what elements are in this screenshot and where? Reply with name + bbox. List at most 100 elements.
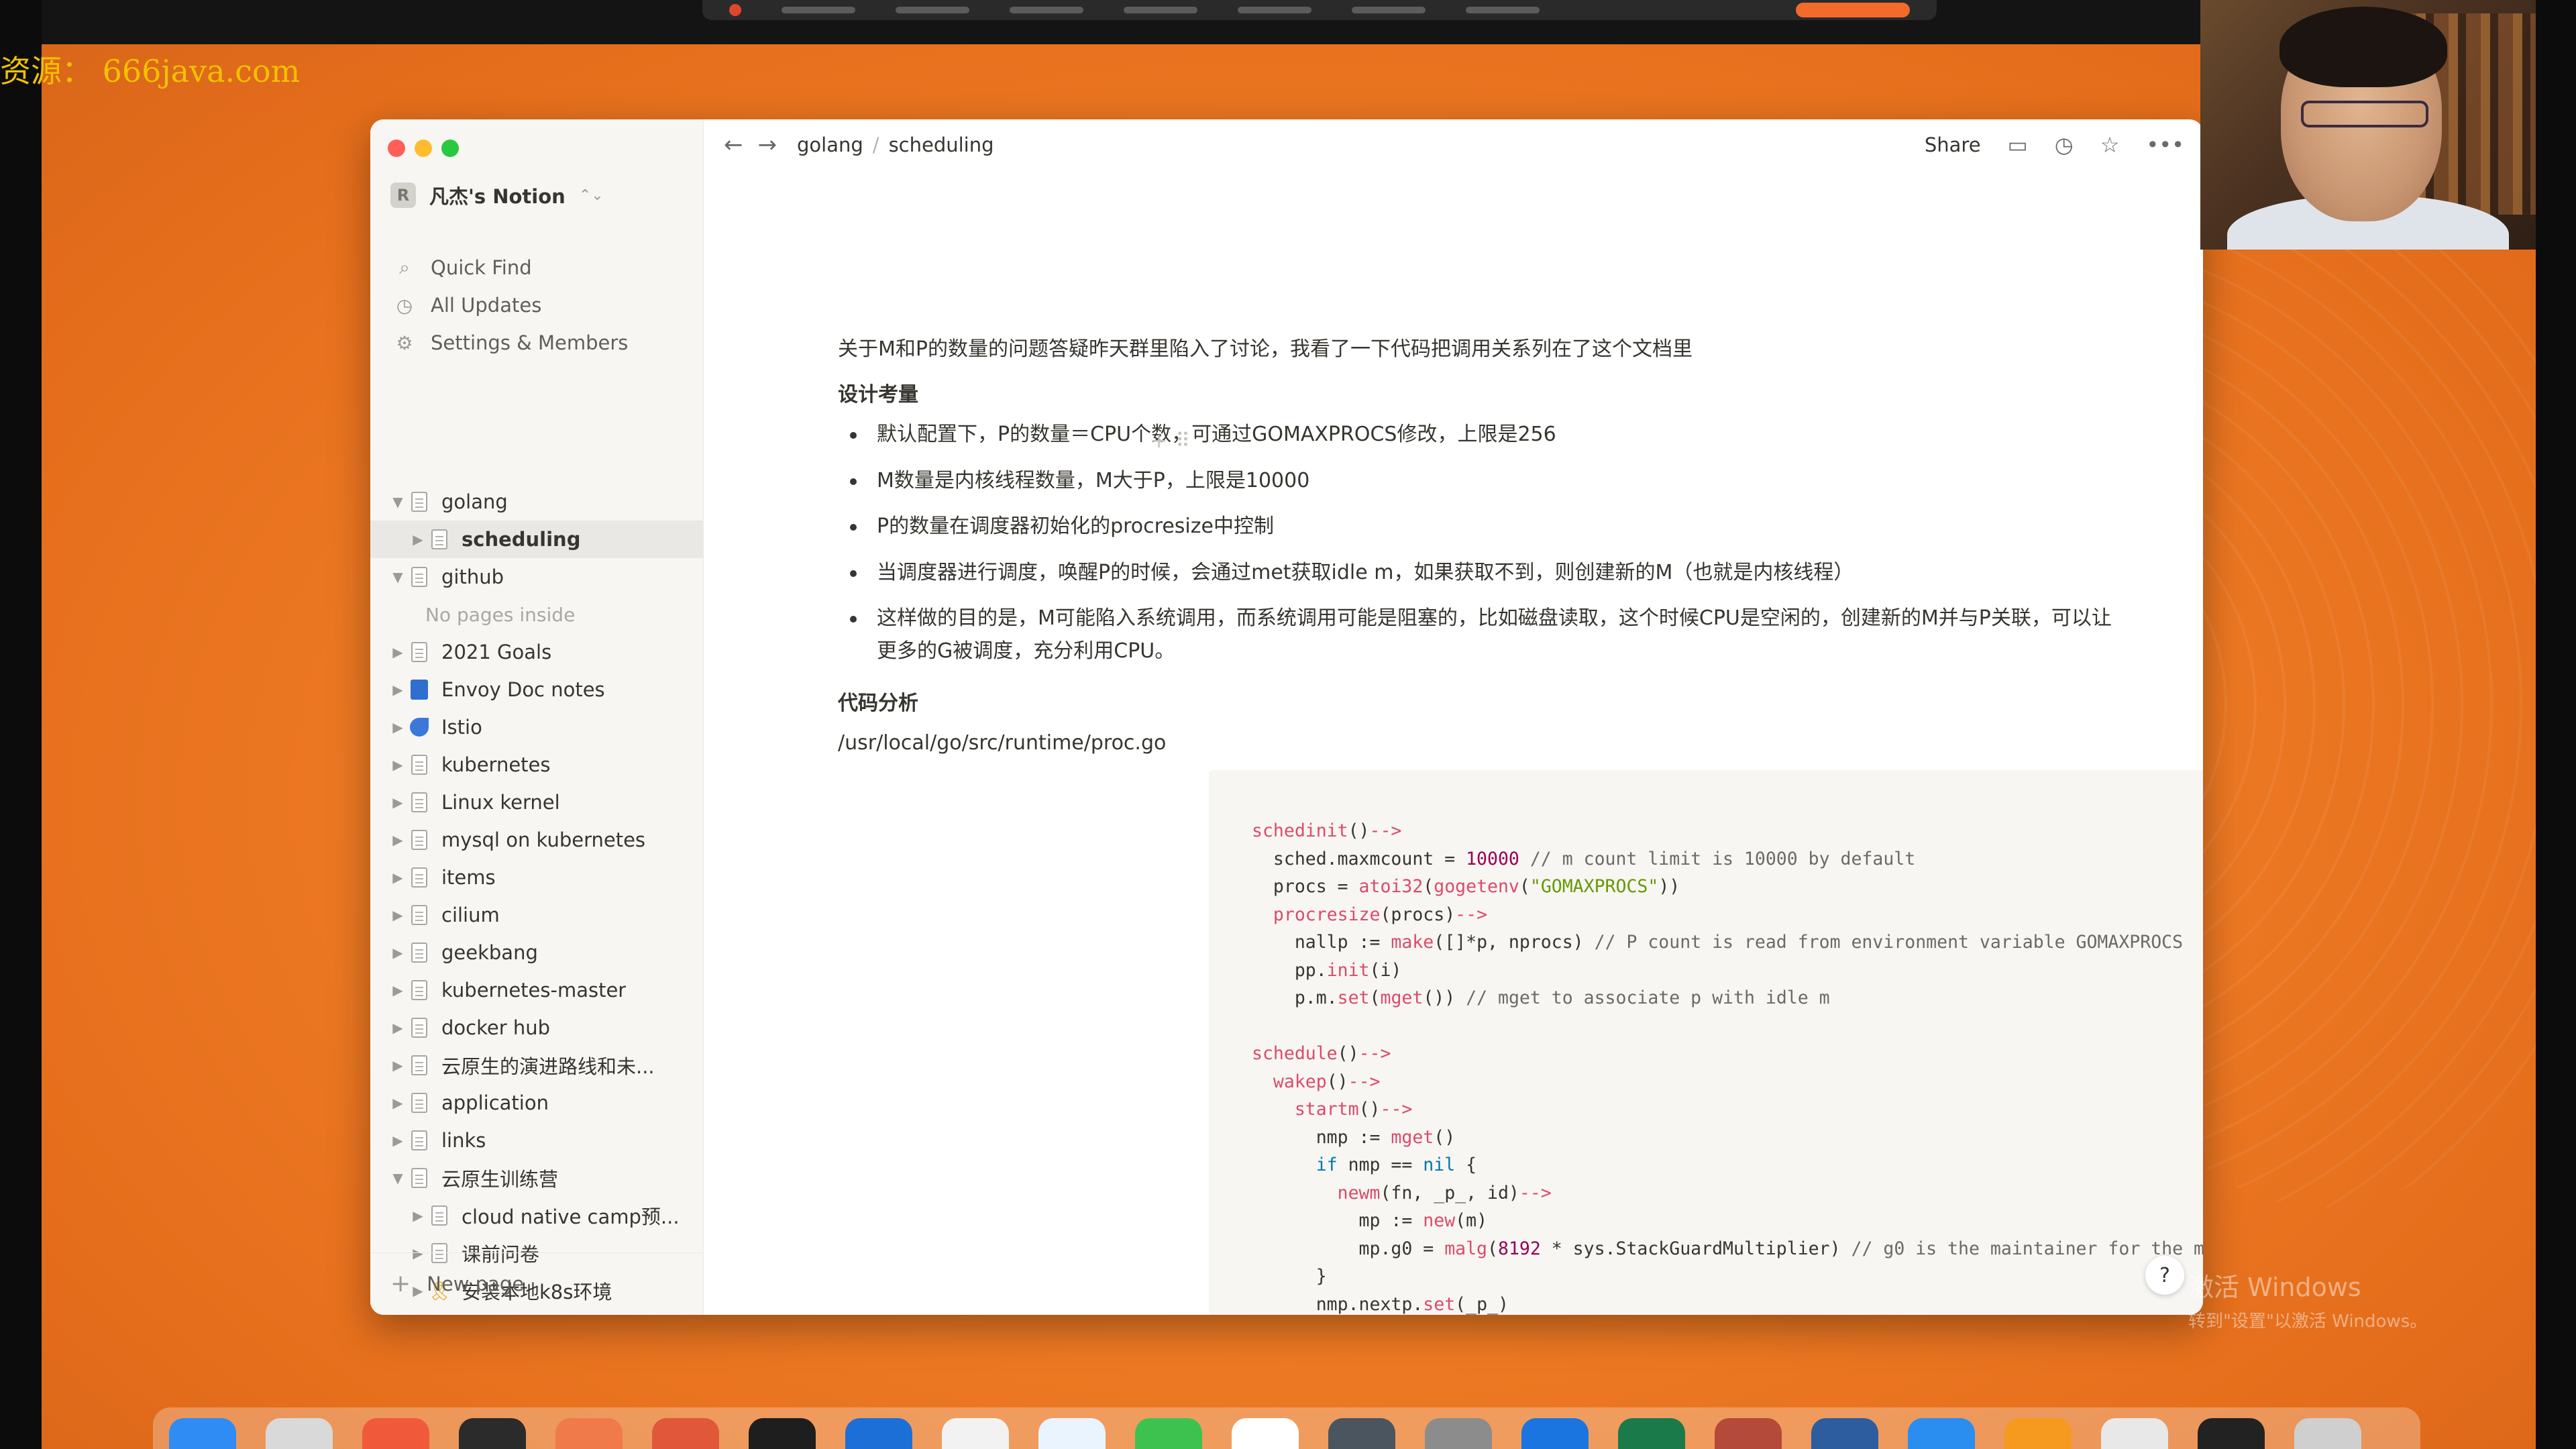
launchpad-app[interactable]: [266, 1418, 333, 1449]
sidebar-page-item[interactable]: ▶ mysql on kubernetes: [370, 821, 704, 859]
bullet-item[interactable]: M数量是内核线程数量，M大于P，上限是10000: [838, 465, 2112, 498]
trash-icon[interactable]: [2294, 1418, 2361, 1449]
new-page-button[interactable]: + New page: [390, 1270, 524, 1297]
sidebar-page-item[interactable]: ▶ 云原生的演进路线和未...: [370, 1046, 704, 1084]
caret-right-icon[interactable]: ▶: [388, 907, 408, 923]
caret-right-icon[interactable]: ▶: [388, 832, 408, 848]
sidebar-page-item[interactable]: ▼ 云原生训练营: [370, 1159, 704, 1197]
stop-button[interactable]: [1796, 3, 1910, 17]
app-icon[interactable]: [1521, 1418, 1589, 1449]
finder-app[interactable]: [169, 1418, 236, 1449]
app-icon[interactable]: [1908, 1418, 1975, 1449]
calendar-app[interactable]: [362, 1418, 429, 1449]
minimize-window-button[interactable]: [415, 140, 432, 157]
close-window-button[interactable]: [388, 140, 405, 157]
caret-right-icon[interactable]: ▶: [388, 719, 408, 735]
maximize-window-button[interactable]: [441, 140, 459, 157]
sidebar-page-item[interactable]: ▶golang: [370, 1309, 704, 1315]
caret-right-icon[interactable]: ▶: [408, 1208, 428, 1224]
app-icon[interactable]: [1328, 1418, 1395, 1449]
app-icon[interactable]: [1232, 1418, 1299, 1449]
caret-right-icon[interactable]: ▶: [388, 945, 408, 961]
caret-right-icon[interactable]: ▶: [388, 1020, 408, 1036]
messages-app[interactable]: [1135, 1418, 1202, 1449]
app-icon[interactable]: [2004, 1418, 2072, 1449]
toolbar-item[interactable]: [1466, 7, 1540, 13]
all-updates-button[interactable]: ◷ All Updates: [394, 294, 542, 317]
bullet-item[interactable]: 这样做的目的是，M可能陷入系统调用，而系统调用可能是阻塞的，比如磁盘读取，这个时…: [838, 602, 2112, 667]
history-clock-icon[interactable]: ◷: [2055, 132, 2074, 158]
back-arrow-icon[interactable]: ←: [724, 131, 743, 158]
star-icon[interactable]: ☆: [2100, 132, 2120, 158]
share-button[interactable]: Share: [1925, 133, 1981, 156]
code-block[interactable]: schedinit()--> sched.maxmcount = 10000 /…: [1209, 770, 2203, 1315]
sidebar-page-item[interactable]: ▶ links: [370, 1122, 704, 1159]
sidebar-page-item[interactable]: ▶ 2021 Goals: [370, 633, 704, 671]
code-analysis-heading[interactable]: 代码分析: [838, 686, 918, 716]
sidebar-page-item[interactable]: ▼ golang: [370, 483, 704, 521]
app-icon[interactable]: [2198, 1418, 2265, 1449]
caret-right-icon[interactable]: ▶: [388, 1095, 408, 1111]
design-heading[interactable]: 设计考量: [838, 378, 918, 407]
sidebar-page-item[interactable]: ▶ cilium: [370, 896, 704, 934]
sidebar-page-item[interactable]: ▶ scheduling: [370, 521, 704, 558]
comment-icon[interactable]: ▭: [2008, 132, 2028, 158]
iterm-app[interactable]: [749, 1418, 816, 1449]
toolbar-item[interactable]: [782, 7, 855, 13]
sidebar-page-item[interactable]: ▶ items: [370, 859, 704, 896]
toolbar-item[interactable]: [1124, 7, 1197, 13]
safari-app[interactable]: [1038, 1418, 1106, 1449]
sidebar-page-item[interactable]: ▶ Envoy Doc notes: [370, 671, 704, 708]
sidebar-page-item[interactable]: ▶ 课前问卷: [370, 1234, 704, 1272]
toolbar-item[interactable]: [1238, 7, 1311, 13]
sidebar-page-item[interactable]: ▶ geekbang: [370, 934, 704, 971]
toolbar-item[interactable]: [1352, 7, 1426, 13]
outlook-app[interactable]: [845, 1418, 912, 1449]
sidebar-page-item[interactable]: ▶ kubernetes: [370, 746, 704, 784]
settings-members-button[interactable]: ⚙ Settings & Members: [394, 331, 628, 354]
bullet-item[interactable]: 默认配置下，P的数量＝CPU个数，可通过GOMAXPROCS修改，上限是256: [838, 419, 2112, 451]
bullet-item[interactable]: 当调度器进行调度，唤醒P的时候，会通过met获取idle m，如果获取不到，则创…: [838, 557, 2112, 590]
app-icon[interactable]: [1715, 1418, 1782, 1449]
sidebar-page-item[interactable]: ▶ cloud native camp预...: [370, 1197, 704, 1234]
sidebar-page-item[interactable]: ▶ Linux kernel: [370, 784, 704, 821]
app-icon[interactable]: [652, 1418, 719, 1449]
app-icon[interactable]: [2101, 1418, 2168, 1449]
app-icon[interactable]: [555, 1418, 623, 1449]
caret-right-icon[interactable]: ▶: [388, 982, 408, 998]
caret-right-icon[interactable]: ▶: [388, 682, 408, 698]
forward-arrow-icon[interactable]: →: [758, 131, 777, 158]
app-icon[interactable]: [1425, 1418, 1492, 1449]
sidebar-page-item[interactable]: ▶ application: [370, 1084, 704, 1122]
sidebar-page-item[interactable]: ▼ github: [370, 558, 704, 596]
caret-right-icon[interactable]: ▶: [388, 1057, 408, 1073]
notion-app[interactable]: [942, 1418, 1009, 1449]
caret-down-icon[interactable]: ▼: [388, 1170, 408, 1186]
caret-down-icon[interactable]: ▼: [388, 569, 408, 585]
breadcrumb-item[interactable]: scheduling: [889, 133, 994, 156]
sidebar-page-item[interactable]: ▶ docker hub: [370, 1009, 704, 1046]
caret-right-icon[interactable]: ▶: [388, 869, 408, 885]
drag-handle-icon[interactable]: +⠿: [1150, 429, 1198, 453]
terminal-app[interactable]: [459, 1418, 526, 1449]
intro-paragraph[interactable]: 关于M和P的数量的问题答疑昨天群里陷入了讨论，我看了一下代码把调用关系列在了这个…: [838, 334, 1693, 364]
caret-right-icon[interactable]: ▶: [388, 644, 408, 660]
file-path[interactable]: /usr/local/go/src/runtime/proc.go: [838, 728, 1166, 758]
bullet-item[interactable]: P的数量在调度器初始化的procresize中控制: [838, 511, 2112, 543]
caret-down-icon[interactable]: ▼: [388, 494, 408, 510]
sidebar-page-item[interactable]: ▶ Istio: [370, 708, 704, 746]
caret-right-icon[interactable]: ▶: [388, 757, 408, 773]
app-icon[interactable]: [1811, 1418, 1878, 1449]
caret-right-icon[interactable]: ▶: [408, 531, 428, 547]
caret-right-icon[interactable]: ▶: [388, 1132, 408, 1148]
caret-right-icon[interactable]: ▶: [408, 1245, 428, 1261]
workspace-switcher[interactable]: R 凡杰's Notion ⌃⌄: [390, 181, 604, 209]
caret-right-icon[interactable]: ▶: [388, 794, 408, 810]
quick-find-button[interactable]: ⌕ Quick Find: [394, 256, 531, 279]
help-button[interactable]: ?: [2145, 1256, 2184, 1295]
toolbar-item[interactable]: [1010, 7, 1083, 13]
breadcrumb-item[interactable]: golang: [797, 133, 863, 156]
toolbar-item[interactable]: [896, 7, 969, 13]
more-icon[interactable]: •••: [2146, 132, 2184, 158]
app-icon[interactable]: [1618, 1418, 1685, 1449]
